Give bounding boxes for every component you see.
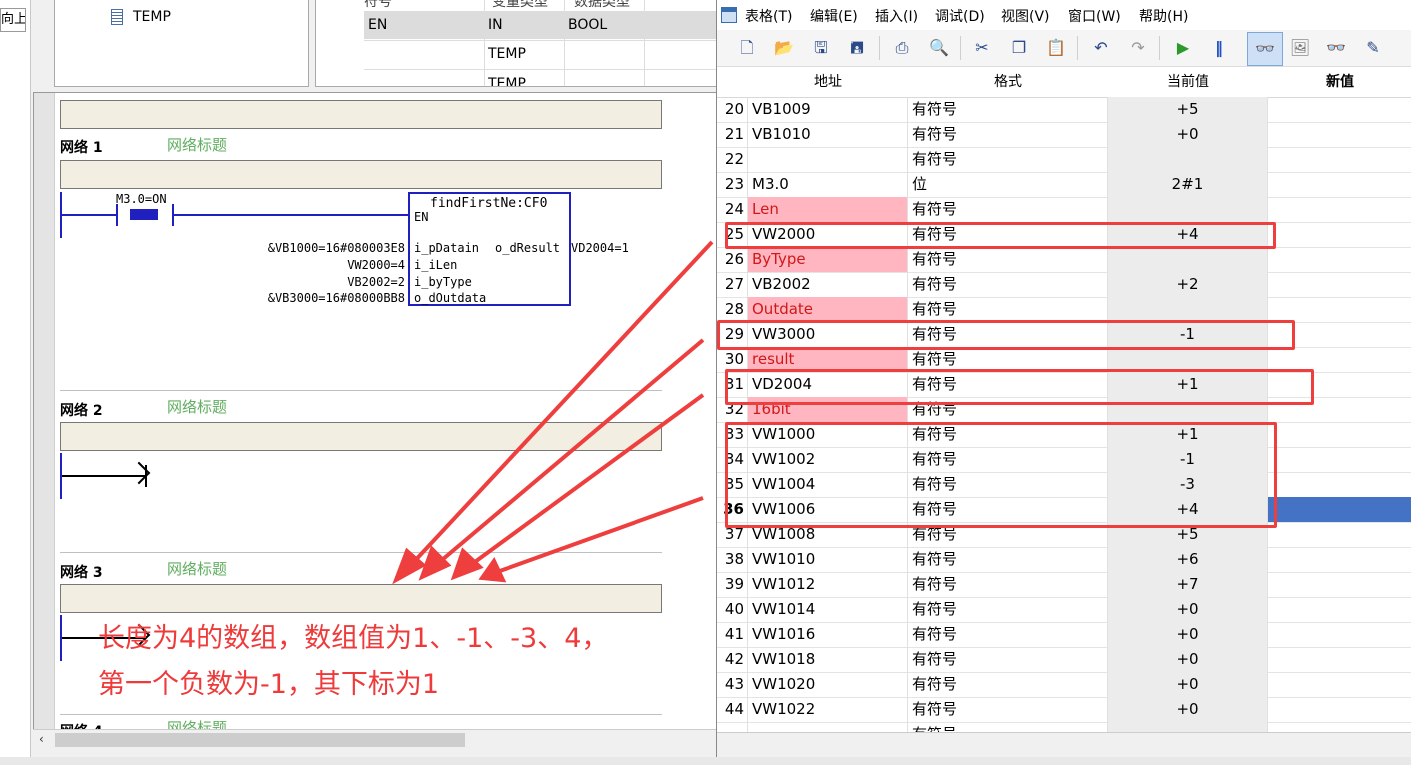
arrow-head xyxy=(418,545,452,581)
arrow-line xyxy=(434,338,705,567)
annotation-arrows xyxy=(392,240,714,585)
bottom-edge xyxy=(0,757,1411,765)
arrow-line xyxy=(408,240,714,568)
arrow-line xyxy=(496,496,704,574)
arrow-head xyxy=(450,547,484,581)
arrow-head xyxy=(478,557,507,583)
